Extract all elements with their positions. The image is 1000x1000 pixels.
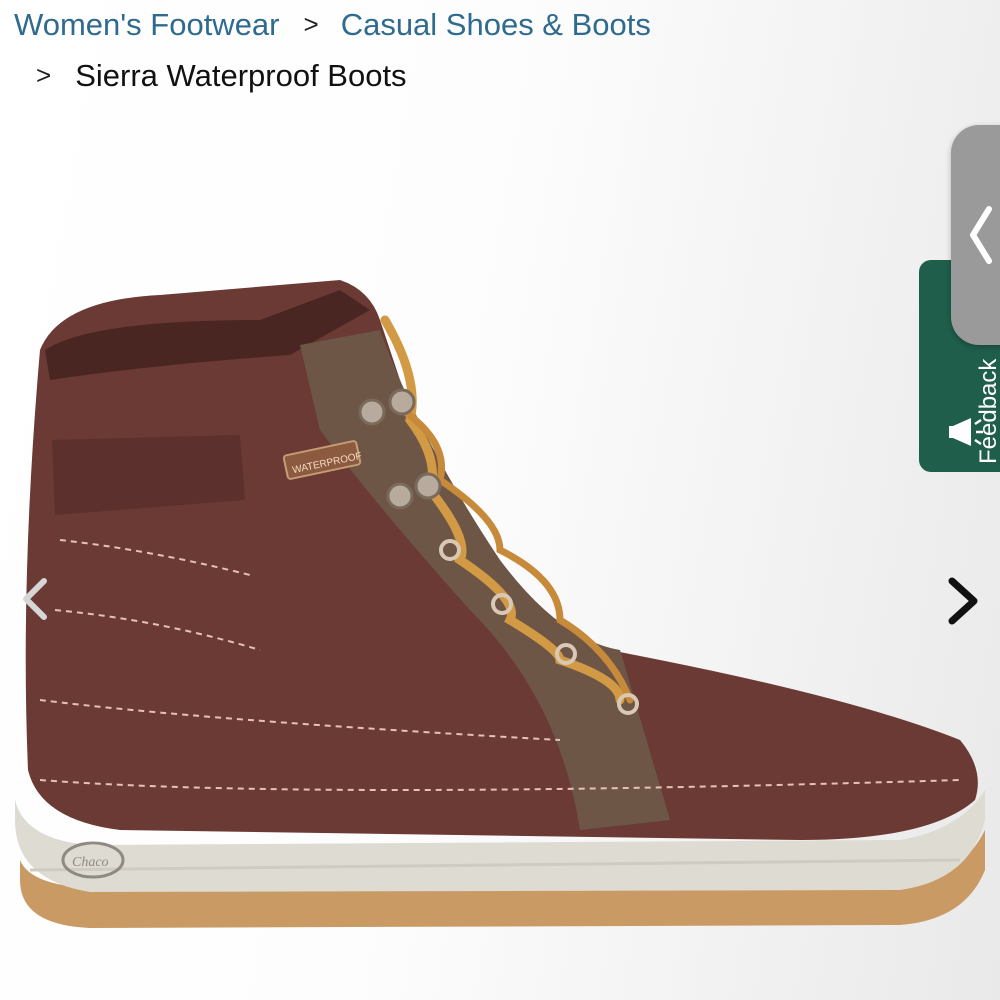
chevron-right-icon[interactable]	[944, 575, 984, 627]
breadcrumb-current-page: Sierra Waterproof Boots	[75, 58, 407, 94]
breadcrumb-link-womens-footwear[interactable]: Women's Footwear	[14, 6, 280, 43]
side-drawer-handle[interactable]	[951, 125, 1000, 345]
breadcrumb-link-casual-shoes-boots[interactable]: Casual Shoes & Boots	[341, 6, 651, 43]
chaco-logo: Chaco	[72, 855, 109, 870]
megaphone-icon	[949, 418, 983, 446]
boot-illustration: WATERPROOF Chaco	[15, 280, 985, 928]
chevron-left-icon	[970, 206, 992, 264]
product-image[interactable]: WATERPROOF Chaco	[0, 180, 1000, 940]
breadcrumb-separator: >	[36, 60, 52, 91]
chevron-left-icon[interactable]	[18, 575, 52, 623]
breadcrumb: Women's Footwear > Casual Shoes & Boots …	[14, 6, 651, 94]
breadcrumb-separator: >	[303, 9, 319, 39]
